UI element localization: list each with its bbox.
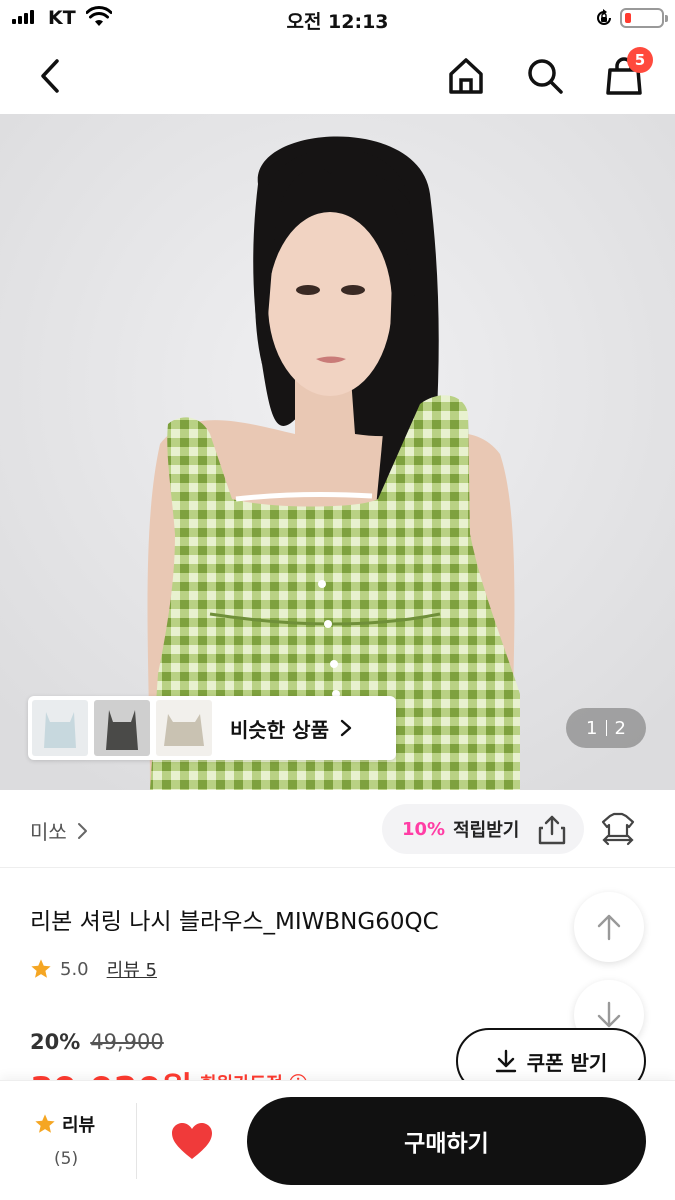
status-time: 오전 12:13 xyxy=(286,11,389,33)
status-bar: KT 오전 12:13 xyxy=(0,0,675,38)
review-tab[interactable]: 리뷰 (5) xyxy=(20,1111,120,1175)
star-icon xyxy=(31,959,51,978)
share-icon[interactable] xyxy=(536,814,568,846)
coupon-label: 쿠폰 받기 xyxy=(526,1050,608,1075)
arrow-down-icon xyxy=(597,1001,621,1028)
reward-percent: 10% xyxy=(402,818,446,840)
image-pager: 1 2 xyxy=(566,708,646,748)
top-nav xyxy=(0,38,675,114)
star-icon xyxy=(35,1114,55,1133)
rotation-lock-icon xyxy=(597,9,611,25)
search-icon xyxy=(528,59,563,94)
scroll-up-button[interactable] xyxy=(574,892,644,962)
price-row: 20% 49,900 xyxy=(30,1030,164,1054)
review-tab-label: 리뷰 xyxy=(62,1115,96,1136)
product-photo xyxy=(0,114,675,790)
buy-button[interactable]: 구매하기 xyxy=(247,1097,646,1185)
review-link[interactable]: 리뷰 5 xyxy=(107,956,157,982)
download-icon xyxy=(495,1049,516,1073)
discount-rate: 20% xyxy=(30,1030,81,1054)
rating-row: 5.0 리뷰 5 xyxy=(30,956,157,982)
cart-count-badge: 5 xyxy=(627,47,653,73)
similar-products-label: 비슷한 상품 xyxy=(230,717,329,742)
product-image-gallery[interactable]: 비슷한 상품 1 2 xyxy=(0,114,675,790)
review-count: (5) xyxy=(54,1149,79,1169)
similar-thumb-3 xyxy=(156,700,212,756)
home-icon xyxy=(449,58,483,94)
search-button[interactable] xyxy=(523,54,567,98)
rating-value: 5.0 xyxy=(60,958,89,980)
similar-thumb-2 xyxy=(94,700,150,756)
similar-thumb-1 xyxy=(32,700,88,756)
divider xyxy=(136,1103,137,1179)
back-arrow-icon xyxy=(41,59,59,93)
home-button[interactable] xyxy=(444,54,488,98)
heart-icon[interactable] xyxy=(170,1121,214,1161)
chevron-right-icon xyxy=(340,719,352,737)
bottom-action-bar: 리뷰 (5) 구매하기 xyxy=(0,1080,675,1200)
pager-total: 2 xyxy=(614,717,626,739)
chevron-right-icon xyxy=(77,822,87,839)
product-title: 리본 셔링 나시 블라우스_MIWBNG60QC xyxy=(30,909,439,935)
back-button[interactable] xyxy=(28,54,72,98)
brand-row: 미쏘 10% 적립받기 xyxy=(0,790,675,868)
original-price: 49,900 xyxy=(90,1030,164,1054)
battery-icon xyxy=(620,8,668,28)
reward-label: 적립받기 xyxy=(453,820,520,841)
try-on-icon[interactable] xyxy=(600,812,636,846)
arrow-up-icon xyxy=(597,914,621,941)
similar-products-button[interactable]: 비슷한 상품 xyxy=(28,696,396,760)
brand-name: 미쏘 xyxy=(30,820,67,844)
brand-link[interactable]: 미쏘 xyxy=(30,816,89,845)
pager-current: 1 xyxy=(586,717,598,739)
